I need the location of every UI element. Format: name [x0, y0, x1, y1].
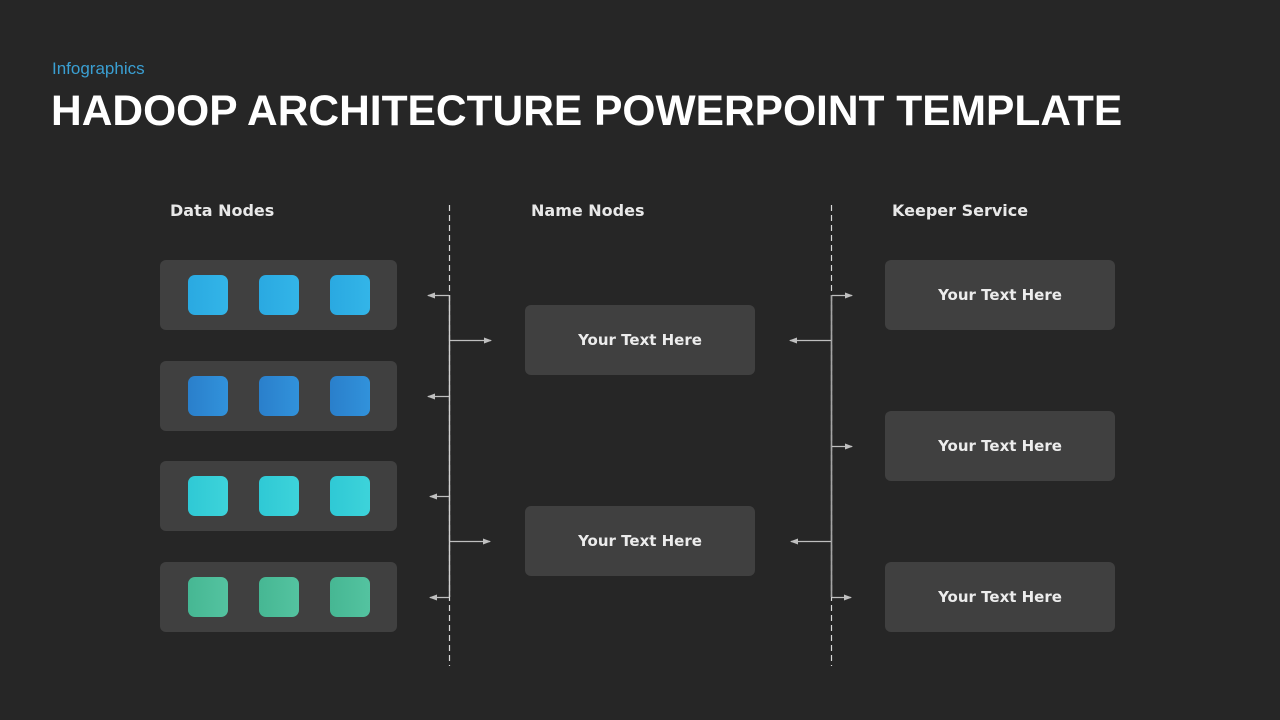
- connector-lines: [427, 205, 853, 666]
